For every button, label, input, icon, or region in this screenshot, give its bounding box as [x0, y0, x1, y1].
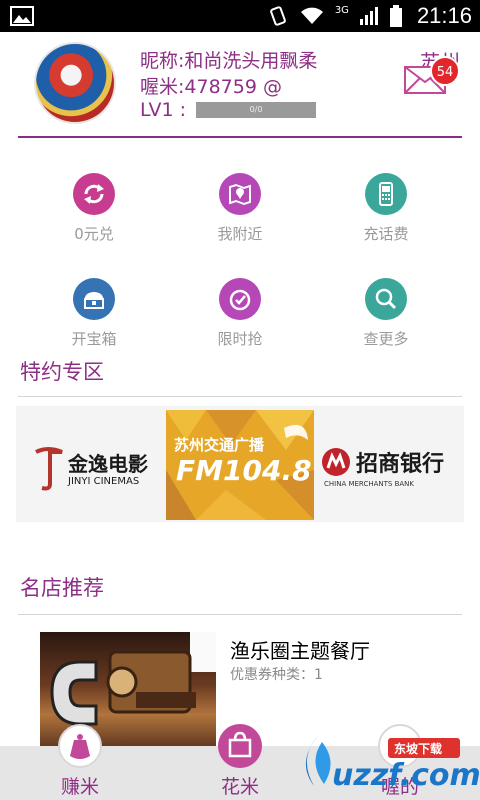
tab-label: 赚米: [60, 776, 99, 798]
grid-label: 我附近: [217, 225, 263, 243]
clock: 21:16: [416, 3, 472, 28]
grid-item-exchange[interactable]: 0元兑: [34, 173, 154, 244]
grid-label: 0元兑: [74, 225, 114, 243]
avatar[interactable]: [34, 42, 116, 124]
mi-balance: 喔米:478759 @: [140, 72, 282, 99]
mi-coin-icon: @: [262, 76, 282, 98]
divider: [18, 396, 462, 397]
grid-item-nearby[interactable]: 我附近: [180, 173, 300, 244]
money-bag-icon: [58, 724, 102, 768]
signal-icon: [359, 7, 378, 25]
watermark-sub: 东坡下载: [394, 742, 443, 756]
jinyi-logo: [35, 447, 63, 491]
search-icon: [365, 278, 407, 320]
partner-jinyi[interactable]: 金逸电影 JINYI CINEMAS: [32, 446, 162, 492]
partner-sub: FM104.8: [176, 454, 312, 487]
tab-earn[interactable]: 赚米: [0, 724, 160, 800]
partner-sub: CHINA MERCHANTS BANK: [324, 480, 414, 488]
level-progress-bar: 0/0: [196, 102, 316, 118]
vibrate-icon: [269, 6, 286, 26]
level-label: LV1 :: [140, 99, 187, 121]
wifi-icon: [300, 7, 323, 24]
gallery-icon: [10, 6, 34, 26]
treasure-box-icon: [73, 278, 115, 320]
partner-sub: JINYI CINEMAS: [68, 476, 140, 487]
partner-name: 招商银行: [356, 452, 445, 477]
grid-item-flash-sale[interactable]: 限时抢: [180, 278, 300, 349]
grid-label: 开宝箱: [71, 330, 117, 348]
shop-coupon-count: 优惠券种类：1: [230, 667, 323, 683]
section-title-shops: 名店推荐: [20, 576, 104, 600]
cmb-logo: [322, 448, 350, 476]
network-type: 3G: [334, 4, 349, 16]
grid-item-recharge[interactable]: 充话费: [326, 173, 446, 244]
clock-icon: [219, 278, 261, 320]
grid-label: 限时抢: [217, 330, 263, 348]
shopping-bag-icon: [218, 724, 262, 768]
battery-icon: [389, 5, 402, 27]
shop-name[interactable]: 渔乐圈主题餐厅: [230, 635, 370, 664]
map-pin-icon: [219, 173, 261, 215]
grid-item-treasure[interactable]: 开宝箱: [34, 278, 154, 349]
nickname: 昵称:和尚洗头用飘柔: [140, 50, 318, 72]
partner-fm[interactable]: 苏州交通广播 FM104.8: [166, 410, 314, 520]
grid-item-more[interactable]: 查更多: [326, 278, 446, 349]
watermark-text: uzzf.com: [332, 758, 480, 793]
message-count-badge: 54: [430, 56, 460, 86]
phone-icon: [365, 173, 407, 215]
partner-strip: 金逸电影 JINYI CINEMAS 苏州交通广播 FM104.8 招商银行 C…: [16, 406, 464, 522]
section-title-special: 特约专区: [20, 360, 104, 384]
refresh-icon: [73, 173, 115, 215]
partner-name: 苏州交通广播: [174, 436, 265, 454]
partner-cmb[interactable]: 招商银行 CHINA MERCHANTS BANK: [320, 446, 460, 492]
grid-label: 查更多: [363, 330, 409, 348]
watermark: 东坡下载 uzzf.com: [292, 728, 480, 798]
feature-grid: 0元兑 我附近 充话费 开宝箱 限时抢 查更多: [0, 160, 480, 350]
grid-label: 充话费: [363, 225, 409, 243]
divider: [18, 614, 462, 615]
status-bar: 3G 21:16: [0, 0, 480, 32]
divider: [18, 136, 462, 138]
mi-balance-label: 喔米:478759: [140, 76, 257, 98]
partner-name: 金逸电影: [68, 452, 148, 476]
